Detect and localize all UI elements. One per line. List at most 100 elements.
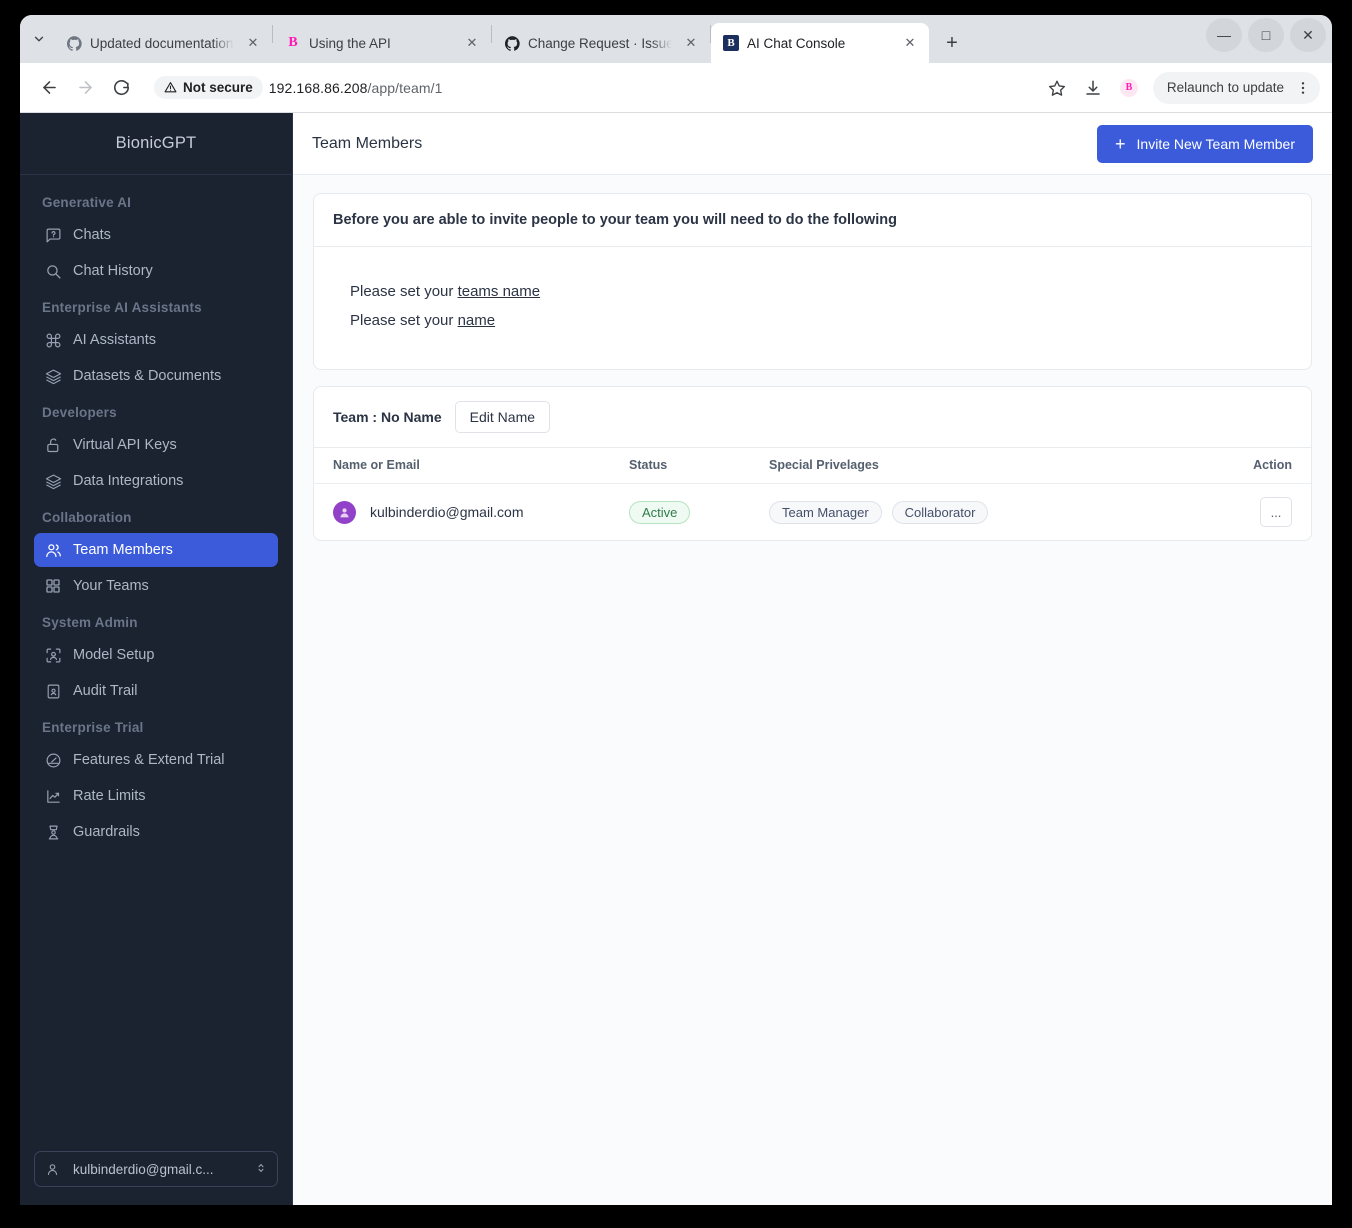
sidebar-nav: Generative AI Chats Chat History Enterpr… — [20, 175, 292, 1139]
sidebar-item-model-setup[interactable]: Model Setup — [34, 638, 278, 672]
tab-title: Using the API — [309, 35, 391, 51]
sidebar-item-ai-assistants[interactable]: AI Assistants — [34, 323, 278, 357]
unlock-icon — [44, 436, 62, 454]
column-status: Status — [621, 448, 761, 484]
window-controls: — □ ✕ — [1206, 18, 1326, 52]
bionicgpt-square-icon: B — [723, 35, 739, 51]
user-account-label: kulbinderdio@gmail.c... — [73, 1161, 214, 1177]
github-icon — [66, 35, 82, 51]
star-icon[interactable] — [1041, 72, 1073, 104]
sidebar-item-chat-history[interactable]: Chat History — [34, 254, 278, 288]
chat-question-icon — [44, 226, 62, 244]
minimize-button[interactable]: — — [1206, 18, 1242, 52]
extension-letter: B — [1119, 78, 1138, 97]
extension-badge-icon[interactable]: B — [1113, 72, 1145, 104]
brand-logo: BionicGPT — [20, 113, 292, 175]
requirement-prefix: Please set your — [350, 283, 458, 300]
sidebar-item-label: Team Members — [73, 542, 173, 558]
command-icon — [44, 331, 62, 349]
cell-name-or-email: kulbinderdio@gmail.com — [314, 484, 621, 541]
person-icon — [45, 1162, 61, 1177]
tab-strip: Updated documentation ✕ B Using the API … — [20, 15, 1332, 63]
page-viewport: BionicGPT Generative AI Chats Chat Histo… — [20, 113, 1332, 1205]
invite-button-label: Invite New Team Member — [1136, 135, 1295, 152]
tab-close-icon[interactable]: ✕ — [680, 32, 702, 54]
tab-close-icon[interactable]: ✕ — [461, 32, 483, 54]
browser-tab-4-active[interactable]: B AI Chat Console ✕ — [711, 23, 929, 63]
invite-new-team-member-button[interactable]: + Invite New Team Member — [1097, 124, 1313, 163]
relaunch-to-update-button[interactable]: Relaunch to update — [1152, 71, 1320, 104]
sidebar-item-rate-limits[interactable]: Rate Limits — [34, 779, 278, 813]
team-members-card: Team : No Name Edit Name Name or Email S… — [313, 386, 1312, 541]
forward-arrow-icon[interactable] — [68, 71, 102, 105]
kebab-menu-icon[interactable] — [1292, 80, 1314, 96]
sidebar-section-generative-ai: Generative AI — [42, 195, 132, 210]
back-arrow-icon[interactable] — [32, 71, 66, 105]
browser-window: Updated documentation ✕ B Using the API … — [20, 15, 1332, 1205]
tab-title: Change Request · Issue # — [528, 35, 672, 51]
sidebar-footer: kulbinderdio@gmail.c... — [20, 1139, 292, 1205]
team-name-label: Team : No Name — [333, 409, 442, 425]
search-icon — [44, 262, 62, 280]
tab-title: AI Chat Console — [747, 35, 846, 51]
clipboard-user-icon — [44, 682, 62, 700]
tab-close-icon[interactable]: ✕ — [242, 32, 264, 54]
users-icon — [44, 541, 62, 559]
column-special-privileges: Special Privelages — [761, 448, 1221, 484]
browser-tab-1[interactable]: Updated documentation ✕ — [54, 23, 272, 63]
plus-icon: + — [1115, 133, 1126, 154]
requirement-name: Please set your name — [350, 306, 1275, 335]
avatar — [333, 500, 356, 524]
privilege-chip-collaborator: Collaborator — [891, 500, 989, 524]
sidebar: BionicGPT Generative AI Chats Chat Histo… — [20, 113, 293, 1205]
sidebar-section-enterprise-ai-assistants: Enterprise AI Assistants — [42, 300, 202, 315]
table-header-row: Name or Email Status Special Privelages … — [314, 448, 1311, 484]
reload-icon[interactable] — [104, 71, 138, 105]
relaunch-label: Relaunch to update — [1166, 80, 1284, 95]
team-members-table: Name or Email Status Special Privelages … — [314, 448, 1311, 540]
gauge-icon — [44, 751, 62, 769]
team-name-bar: Team : No Name Edit Name — [314, 387, 1311, 448]
sidebar-item-audit-trail[interactable]: Audit Trail — [34, 674, 278, 708]
cell-privileges: Team Manager Collaborator — [761, 484, 1221, 541]
sidebar-item-guardrails[interactable]: Guardrails — [34, 815, 278, 849]
close-window-button[interactable]: ✕ — [1290, 18, 1326, 52]
set-name-link[interactable]: name — [458, 312, 496, 329]
sidebar-item-your-teams[interactable]: Your Teams — [34, 569, 278, 603]
sidebar-item-label: Guardrails — [73, 824, 140, 840]
sidebar-section-enterprise-trial: Enterprise Trial — [42, 720, 144, 735]
updown-caret-icon[interactable] — [255, 1161, 267, 1178]
set-teams-name-link[interactable]: teams name — [458, 283, 541, 300]
grid-icon — [44, 577, 62, 595]
download-icon[interactable] — [1077, 72, 1109, 104]
github-icon — [504, 35, 520, 51]
sidebar-item-virtual-api-keys[interactable]: Virtual API Keys — [34, 428, 278, 462]
sidebar-item-label: Data Integrations — [73, 473, 184, 489]
maximize-button[interactable]: □ — [1248, 18, 1284, 52]
tab-list-chevron-icon[interactable] — [24, 15, 54, 63]
sidebar-item-chats[interactable]: Chats — [34, 218, 278, 252]
prerequisites-card: Before you are able to invite people to … — [313, 193, 1312, 370]
privilege-chip-team-manager: Team Manager — [769, 500, 882, 524]
user-account-select[interactable]: kulbinderdio@gmail.c... — [34, 1151, 278, 1187]
sidebar-item-label: Model Setup — [73, 647, 155, 663]
sidebar-item-features-extend-trial[interactable]: Features & Extend Trial — [34, 743, 278, 777]
column-name-or-email: Name or Email — [314, 448, 621, 484]
sidebar-item-datasets-documents[interactable]: Datasets & Documents — [34, 359, 278, 393]
requirement-prefix: Please set your — [350, 312, 458, 329]
tab-close-icon[interactable]: ✕ — [899, 32, 921, 54]
shield-person-icon — [44, 823, 62, 841]
edit-name-button[interactable]: Edit Name — [454, 401, 551, 433]
not-secure-indicator[interactable]: Not secure — [154, 76, 263, 99]
new-tab-button[interactable]: + — [935, 26, 969, 60]
browser-toolbar: Not secure 192.168.86.208/app/team/1 B R… — [20, 63, 1332, 113]
browser-tab-3[interactable]: Change Request · Issue # ✕ — [492, 23, 710, 63]
row-actions-button[interactable]: ... — [1260, 497, 1292, 527]
sidebar-item-data-integrations[interactable]: Data Integrations — [34, 464, 278, 498]
browser-tab-2[interactable]: B Using the API ✕ — [273, 23, 491, 63]
page-title: Team Members — [312, 134, 423, 152]
address-bar[interactable]: Not secure 192.168.86.208/app/team/1 — [148, 72, 1031, 104]
sidebar-item-label: Features & Extend Trial — [73, 752, 225, 768]
sidebar-item-team-members[interactable]: Team Members — [34, 533, 278, 567]
toolbar-icons: B Relaunch to update — [1041, 71, 1320, 104]
